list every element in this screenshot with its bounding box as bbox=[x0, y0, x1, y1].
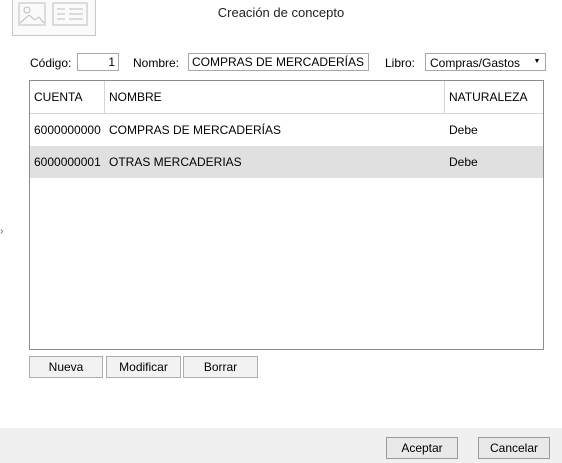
grid-header: CUENTA NOMBRE NATURALEZA bbox=[30, 81, 543, 114]
codigo-input[interactable]: 1 bbox=[77, 53, 119, 71]
libro-select[interactable]: Compras/Gastos ▼ bbox=[425, 53, 546, 71]
codigo-label: Código: bbox=[30, 56, 72, 70]
cell-nombre: OTRAS MERCADERIAS bbox=[109, 155, 242, 169]
libro-label: Libro: bbox=[385, 56, 416, 70]
accounts-grid[interactable]: CUENTA NOMBRE NATURALEZA 6000000000 COMP… bbox=[29, 80, 544, 350]
table-row-selected[interactable]: 6000000001 OTRAS MERCADERIAS Debe bbox=[30, 146, 543, 178]
cell-naturaleza: Debe bbox=[449, 155, 478, 169]
column-header-cuenta[interactable]: CUENTA bbox=[30, 81, 105, 113]
table-row[interactable]: 6000000000 COMPRAS DE MERCADERÍAS Debe bbox=[30, 114, 543, 146]
cancelar-button[interactable]: Cancelar bbox=[478, 437, 550, 459]
nueva-button[interactable]: Nueva bbox=[29, 356, 103, 378]
nombre-input[interactable]: COMPRAS DE MERCADERÍAS bbox=[188, 53, 369, 71]
column-header-naturaleza[interactable]: NATURALEZA bbox=[445, 81, 543, 113]
nombre-label: Nombre: bbox=[133, 56, 180, 70]
borrar-button[interactable]: Borrar bbox=[183, 356, 258, 378]
modificar-button[interactable]: Modificar bbox=[106, 356, 181, 378]
cell-cuenta: 6000000000 bbox=[34, 123, 101, 137]
cell-cuenta: 6000000001 bbox=[34, 155, 101, 169]
cell-naturaleza: Debe bbox=[449, 123, 478, 137]
column-header-nombre[interactable]: NOMBRE bbox=[105, 81, 445, 113]
cell-nombre: COMPRAS DE MERCADERÍAS bbox=[109, 123, 282, 137]
dialog-title: Creación de concepto bbox=[217, 5, 345, 20]
chevron-down-icon[interactable]: ▼ bbox=[529, 54, 545, 70]
libro-select-value: Compras/Gastos bbox=[430, 56, 521, 70]
collapse-arrow-icon[interactable]: › bbox=[0, 226, 3, 237]
aceptar-button[interactable]: Aceptar bbox=[386, 437, 458, 459]
